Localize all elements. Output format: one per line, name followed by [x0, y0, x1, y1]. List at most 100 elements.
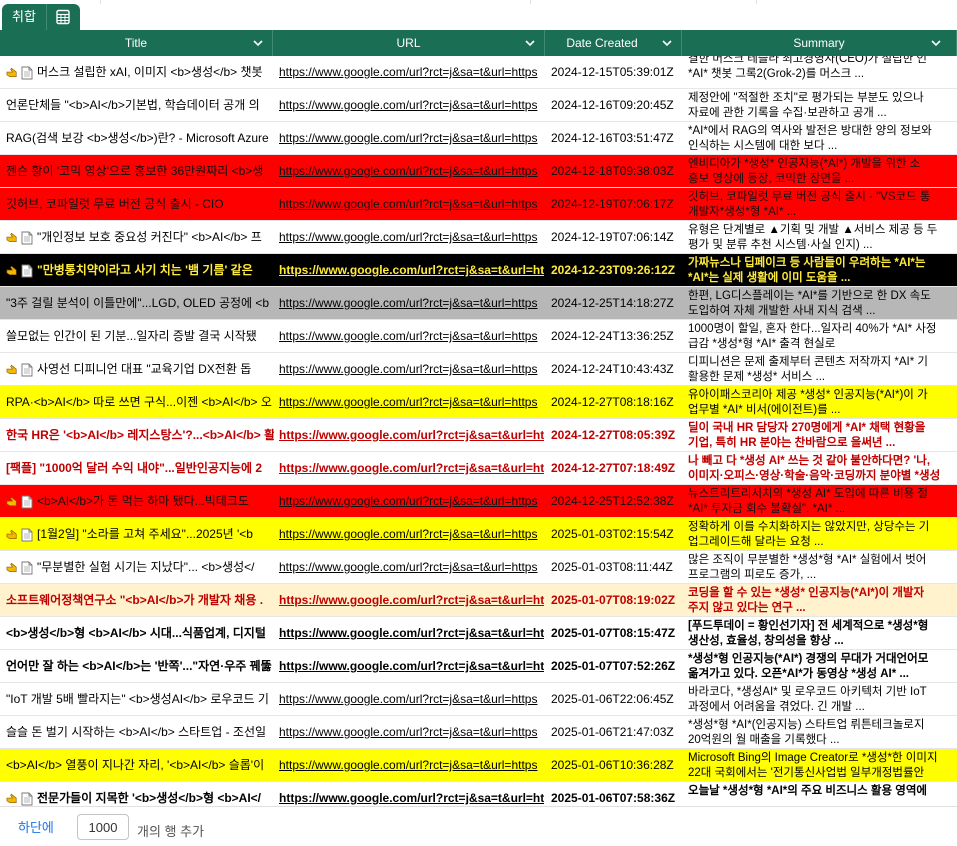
title-cell[interactable]: 머스크 설립한 xAI, 이미지 <b>생성</b> 챗봇: [6, 56, 274, 88]
url-link[interactable]: https://www.google.com/url?rct=j&sa=t&ur…: [279, 89, 544, 121]
url-link[interactable]: https://www.google.com/url?rct=j&sa=t&ur…: [279, 650, 544, 682]
row-count-input[interactable]: [77, 814, 129, 840]
title-cell[interactable]: "IoT 개발 5배 빨라지는" <b>생성AI</b> 로우코드 기: [6, 683, 274, 715]
title-cell[interactable]: 소프트웨어정책연구소 "<b>AI</b>가 개발자 채용 .: [6, 584, 274, 616]
url-link[interactable]: https://www.google.com/url?rct=j&sa=t&ur…: [279, 518, 544, 550]
summary-cell[interactable]: 나 빼고 다 *생성 AI* 쓰는 것 같아 불안하다면? '나, 이미지·오피…: [688, 452, 957, 484]
table-row[interactable]: [팩플] "1000억 달러 수익 내야"...일반인공지능에 2 https:/…: [0, 452, 957, 485]
date-created-cell[interactable]: 2024-12-15T05:39:01Z: [551, 56, 683, 88]
summary-cell[interactable]: 딜이 국내 HR 담당자 270명에게 *AI* 채택 현황을 기업, 특히 H…: [688, 419, 957, 451]
title-cell[interactable]: 언어만 잘 하는 <b>AI</b>는 '반쪽'..."자연·우주 꿰뚫: [6, 650, 274, 682]
date-created-cell[interactable]: 2025-01-06T21:47:03Z: [551, 716, 683, 748]
title-cell[interactable]: 언론단체들 "<b>AI</b>기본법, 학습데이터 공개 의: [6, 89, 274, 121]
table-row[interactable]: 머스크 설립한 xAI, 이미지 <b>생성</b> 챗봇 https://www…: [0, 56, 957, 89]
table-row[interactable]: "3주 걸릴 분석이 이틀만에"...LGD, OLED 공정에 <b https…: [0, 287, 957, 320]
url-link[interactable]: https://www.google.com/url?rct=j&sa=t&ur…: [279, 617, 544, 649]
chevron-down-icon[interactable]: [252, 37, 264, 49]
title-cell[interactable]: 한국 HR은 '<b>AI</b> 레지스탕스'?...<b>AI</b> 활: [6, 419, 274, 451]
title-cell[interactable]: 쓸모없는 인간이 된 기분...일자리 증발 결국 시작됐: [6, 320, 274, 352]
chevron-down-icon[interactable]: [930, 37, 942, 49]
date-created-cell[interactable]: 2025-01-06T10:36:28Z: [551, 749, 683, 781]
table-row[interactable]: RPA·<b>AI</b> 따로 쓰면 구식...이젠 <b>AI</b> 오 h…: [0, 386, 957, 419]
summary-cell[interactable]: 엔비디아가 *생성* 인공지능(*AI*) 개발을 위한 소 홍보 영상에 등장…: [688, 155, 957, 187]
url-link[interactable]: https://www.google.com/url?rct=j&sa=t&ur…: [279, 287, 544, 319]
summary-cell[interactable]: 깃허브, 코파일럿 무료 버전 공식 출시 · "VS코드 통 개발자*생성*형…: [688, 188, 957, 220]
title-cell[interactable]: <b>생성</b>형 <b>AI</b> 시대...식품업계, 디지털: [6, 617, 274, 649]
table-row[interactable]: RAG(검색 보강 <b>생성</b>)란? - Microsoft Azure…: [0, 122, 957, 155]
summary-cell[interactable]: 뉴스트리트리서치의 *생성 AI* 도입에 따른 비용 절 *AI* 투자금 회…: [688, 485, 957, 517]
title-cell[interactable]: "3주 걸릴 분석이 이틀만에"...LGD, OLED 공정에 <b: [6, 287, 274, 319]
table-row[interactable]: "만병통치약이라고 사기 치는 '뱀 기름' 같은 https://www.goo…: [0, 254, 957, 287]
url-link[interactable]: https://www.google.com/url?rct=j&sa=t&ur…: [279, 122, 544, 154]
table-row[interactable]: 언론단체들 "<b>AI</b>기본법, 학습데이터 공개 의 https://w…: [0, 89, 957, 122]
summary-cell[interactable]: 한편, LG디스플레이는 *AI*를 기반으로 한 DX 속도 도입하여 자체 …: [688, 287, 957, 319]
column-header-date-created[interactable]: Date Created: [545, 30, 682, 56]
url-link[interactable]: https://www.google.com/url?rct=j&sa=t&ur…: [279, 584, 544, 616]
date-created-cell[interactable]: 2024-12-27T08:18:16Z: [551, 386, 683, 418]
url-link[interactable]: https://www.google.com/url?rct=j&sa=t&ur…: [279, 452, 544, 484]
url-link[interactable]: https://www.google.com/url?rct=j&sa=t&ur…: [279, 749, 544, 781]
summary-cell[interactable]: 1000명이 할일, 혼자 한다...일자리 40%가 *AI* 사정 급감 *…: [688, 320, 957, 352]
date-created-cell[interactable]: 2024-12-25T12:52:38Z: [551, 485, 683, 517]
title-cell[interactable]: [팩플] "1000억 달러 수익 내야"...일반인공지능에 2: [6, 452, 274, 484]
url-link[interactable]: https://www.google.com/url?rct=j&sa=t&ur…: [279, 485, 544, 517]
table-row[interactable]: 언어만 잘 하는 <b>AI</b>는 '반쪽'..."자연·우주 꿰뚫 http…: [0, 650, 957, 683]
url-link[interactable]: https://www.google.com/url?rct=j&sa=t&ur…: [279, 188, 544, 220]
url-link[interactable]: https://www.google.com/url?rct=j&sa=t&ur…: [279, 221, 544, 253]
date-created-cell[interactable]: 2025-01-07T08:15:47Z: [551, 617, 683, 649]
summary-cell[interactable]: 유형은 단계별로 ▲기획 및 개발 ▲서비스 제공 등 두 평가 및 분류 추천…: [688, 221, 957, 253]
date-created-cell[interactable]: 2025-01-06T22:06:45Z: [551, 683, 683, 715]
column-header-url[interactable]: URL: [273, 30, 545, 56]
date-created-cell[interactable]: 2025-01-07T08:19:02Z: [551, 584, 683, 616]
date-created-cell[interactable]: 2024-12-16T09:20:45Z: [551, 89, 683, 121]
chevron-down-icon[interactable]: [524, 37, 536, 49]
url-link[interactable]: https://www.google.com/url?rct=j&sa=t&ur…: [279, 419, 544, 451]
summary-cell[interactable]: *AI*에서 RAG의 역사와 발전은 방대한 양의 정보와 인식하는 시스템에…: [688, 122, 957, 154]
table-row[interactable]: 한국 HR은 '<b>AI</b> 레지스탕스'?...<b>AI</b> 활 h…: [0, 419, 957, 452]
column-header-title[interactable]: Title: [0, 30, 273, 56]
summary-cell[interactable]: 코딩을 할 수 있는 *생성* 인공지능(*AI*)이 개발자 주지 않고 있다…: [688, 584, 957, 616]
title-cell[interactable]: 사영선 디피니언 대표 "교육기업 DX전환 돕: [6, 353, 274, 385]
title-cell[interactable]: RAG(검색 보강 <b>생성</b>)란? - Microsoft Azure: [6, 122, 274, 154]
title-cell[interactable]: "만병통치약이라고 사기 치는 '뱀 기름' 같은: [6, 254, 274, 286]
summary-cell[interactable]: 디피니션은 문제 출제부터 콘텐츠 저작까지 *AI* 기 활용한 문제 *생성…: [688, 353, 957, 385]
tab-summary[interactable]: 취합: [2, 4, 46, 30]
title-cell[interactable]: RPA·<b>AI</b> 따로 쓰면 구식...이젠 <b>AI</b> 오: [6, 386, 274, 418]
url-link[interactable]: https://www.google.com/url?rct=j&sa=t&ur…: [279, 386, 544, 418]
summary-cell[interactable]: 가짜뉴스나 딥페이크 등 사람들이 우려하는 *AI*는 *AI*는 실제 생활…: [688, 254, 957, 286]
date-created-cell[interactable]: 2025-01-03T08:11:44Z: [551, 551, 683, 583]
title-cell[interactable]: [1월2일] "소라를 고쳐 주세요"...2025년 '<b: [6, 518, 274, 550]
date-created-cell[interactable]: 2024-12-19T07:06:17Z: [551, 188, 683, 220]
chevron-down-icon[interactable]: [661, 37, 673, 49]
table-row[interactable]: 젠슨 황이 '코믹 영상'으로 홍보한 36만원짜리 <b>생 https://w…: [0, 155, 957, 188]
summary-cell[interactable]: *생성*형 인공지능(*AI*) 경쟁의 무대가 거대언어모 옮겨가고 있다. …: [688, 650, 957, 682]
date-created-cell[interactable]: 2024-12-19T07:06:14Z: [551, 221, 683, 253]
url-link[interactable]: https://www.google.com/url?rct=j&sa=t&ur…: [279, 551, 544, 583]
date-created-cell[interactable]: 2025-01-07T07:52:26Z: [551, 650, 683, 682]
table-row[interactable]: <b>생성</b>형 <b>AI</b> 시대...식품업계, 디지털 https…: [0, 617, 957, 650]
date-created-cell[interactable]: 2024-12-24T10:43:43Z: [551, 353, 683, 385]
date-created-cell[interactable]: 2024-12-16T03:51:47Z: [551, 122, 683, 154]
table-row[interactable]: "무분별한 실험 시기는 지났다"... <b>생성</ https://www.…: [0, 551, 957, 584]
url-link[interactable]: https://www.google.com/url?rct=j&sa=t&ur…: [279, 320, 544, 352]
date-created-cell[interactable]: 2025-01-03T02:15:54Z: [551, 518, 683, 550]
table-row[interactable]: "개인정보 보호 중요성 커진다" <b>AI</b> 프 https://www…: [0, 221, 957, 254]
add-rows-link[interactable]: 하단에: [18, 817, 54, 836]
table-row[interactable]: 쓸모없는 인간이 된 기분...일자리 증발 결국 시작됐 https://www…: [0, 320, 957, 353]
column-header-summary[interactable]: Summary: [682, 30, 957, 56]
title-cell[interactable]: 젠슨 황이 '코믹 영상'으로 홍보한 36만원짜리 <b>생: [6, 155, 274, 187]
title-cell[interactable]: "개인정보 보호 중요성 커진다" <b>AI</b> 프: [6, 221, 274, 253]
url-link[interactable]: https://www.google.com/url?rct=j&sa=t&ur…: [279, 56, 544, 88]
tab-grid-view[interactable]: [45, 4, 80, 30]
table-row[interactable]: 슬슬 돈 벌기 시작하는 <b>AI</b> 스타트업 - 조선일 https:/…: [0, 716, 957, 749]
summary-cell[interactable]: [푸드투데이 = 황인선기자] 전 세계적으로 *생성*형 생산성, 효율성, …: [688, 617, 957, 649]
date-created-cell[interactable]: 2024-12-24T13:36:25Z: [551, 320, 683, 352]
date-created-cell[interactable]: 2024-12-23T09:26:12Z: [551, 254, 683, 286]
summary-cell[interactable]: 바라코다, *생성AI* 및 로우코드 아키텍처 기반 IoT 과정에서 어려움…: [688, 683, 957, 715]
table-row[interactable]: [1월2일] "소라를 고쳐 주세요"...2025년 '<b https://w…: [0, 518, 957, 551]
table-row[interactable]: "IoT 개발 5배 빨라지는" <b>생성AI</b> 로우코드 기 https…: [0, 683, 957, 716]
url-link[interactable]: https://www.google.com/url?rct=j&sa=t&ur…: [279, 716, 544, 748]
summary-cell[interactable]: 유아이패스코리아 제공 *생성* 인공지능(*AI*)이 가 업무별 *AI* …: [688, 386, 957, 418]
date-created-cell[interactable]: 2024-12-25T14:18:27Z: [551, 287, 683, 319]
url-link[interactable]: https://www.google.com/url?rct=j&sa=t&ur…: [279, 353, 544, 385]
